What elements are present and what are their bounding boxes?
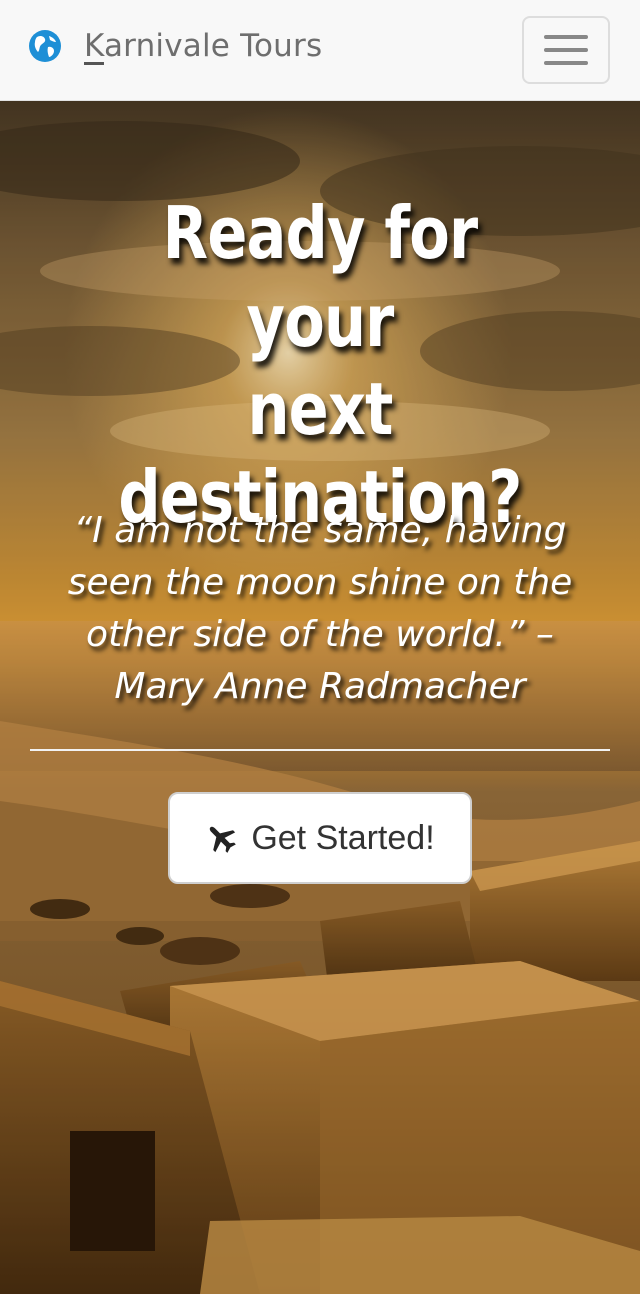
plane-icon	[205, 822, 237, 854]
hero-quote-line: other side of the world.” –	[86, 614, 554, 655]
hamburger-menu-icon-bar	[544, 61, 588, 65]
brand-initial: K	[84, 28, 104, 64]
brand-name-rest: arnivale Tours	[103, 28, 323, 64]
hero-headline-line: Ready for your	[162, 191, 478, 363]
hamburger-menu-icon	[544, 35, 588, 39]
navbar: Karnivale Tours	[0, 0, 640, 101]
brand-name: Karnivale Tours	[84, 28, 322, 64]
hamburger-menu-icon-bar	[544, 48, 588, 52]
hero-quote: “I am not the same, having seen the moon…	[30, 505, 610, 713]
hero-headline: Ready for your next destination?	[90, 189, 549, 541]
hero-quote-line: Mary Anne Radmacher	[114, 666, 526, 707]
hero-section: Ready for your next destination? “I am n…	[0, 101, 640, 1294]
hero-quote-line: “I am not the same, having	[73, 510, 567, 551]
globe-icon	[28, 29, 62, 63]
hamburger-menu-button[interactable]	[522, 16, 610, 84]
hero-divider	[30, 749, 610, 751]
get-started-label: Get Started!	[251, 818, 435, 857]
get-started-button[interactable]: Get Started!	[168, 792, 472, 884]
hero-quote-line: seen the moon shine on the	[67, 562, 573, 603]
hero-headline-line: next	[247, 367, 393, 451]
brand-link[interactable]: Karnivale Tours	[28, 28, 322, 64]
